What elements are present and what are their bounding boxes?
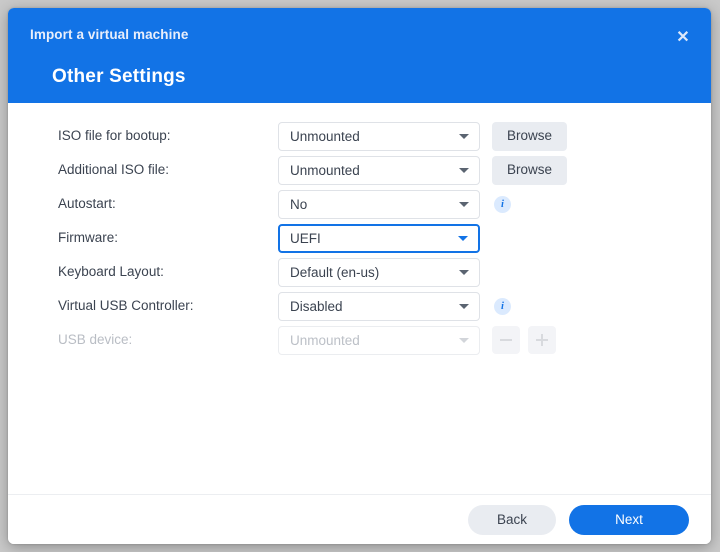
browse-button-iso-file-for-bootup[interactable]: Browse <box>492 121 568 151</box>
back-button[interactable]: Back <box>468 504 556 535</box>
close-icon[interactable]: ✕ <box>671 26 695 50</box>
dialog-header: Import a virtual machine Other Settings … <box>8 8 711 103</box>
plus-icon-vertical <box>541 334 543 346</box>
form-row-virtual-usb-controller: Virtual USB Controller: Disabled i <box>8 289 711 323</box>
select-value-iso-file-for-bootup: Unmounted <box>290 128 360 144</box>
select-value-virtual-usb-controller: Disabled <box>290 298 343 314</box>
label-keyboard-layout: Keyboard Layout: <box>58 264 164 280</box>
select-firmware[interactable]: UEFI <box>278 223 480 253</box>
select-value-additional-iso-file: Unmounted <box>290 162 360 178</box>
usb-device-stepper <box>492 326 556 354</box>
label-iso-file-for-bootup: ISO file for bootup: <box>58 128 171 144</box>
label-additional-iso-file: Additional ISO file: <box>58 162 170 178</box>
browse-button-additional-iso-file[interactable]: Browse <box>492 155 568 185</box>
chevron-down-icon <box>459 338 469 343</box>
select-value-autostart: No <box>290 196 308 212</box>
info-icon[interactable]: i <box>494 195 511 213</box>
page-title: Other Settings <box>52 66 186 87</box>
dialog-footer: Back Next <box>8 494 711 544</box>
chevron-down-icon <box>459 202 469 207</box>
select-autostart[interactable]: No <box>278 189 480 219</box>
form-row-firmware: Firmware: UEFI <box>8 221 711 255</box>
minus-icon <box>500 339 512 341</box>
form-row-usb-device: USB device: Unmounted <box>8 323 711 357</box>
select-additional-iso-file[interactable]: Unmounted <box>278 155 480 185</box>
select-value-firmware: UEFI <box>290 230 321 246</box>
chevron-down-icon <box>459 304 469 309</box>
label-autostart: Autostart: <box>58 196 116 212</box>
select-value-usb-device: Unmounted <box>290 332 360 348</box>
import-vm-dialog: Import a virtual machine Other Settings … <box>8 8 711 544</box>
remove-usb-device-button <box>492 326 520 354</box>
form-row-keyboard-layout: Keyboard Layout: Default (en-us) <box>8 255 711 289</box>
label-virtual-usb-controller: Virtual USB Controller: <box>58 298 194 314</box>
chevron-down-icon <box>459 270 469 275</box>
add-usb-device-button <box>528 326 556 354</box>
form-rows: ISO file for bootup: Unmounted Browse Addit… <box>8 119 711 357</box>
select-usb-device: Unmounted <box>278 325 480 355</box>
settings-form: ISO file for bootup: Unmounted Browse Addit… <box>8 103 711 494</box>
dialog-title: Import a virtual machine <box>30 27 189 42</box>
info-icon[interactable]: i <box>494 297 511 315</box>
form-row-iso-file-for-bootup: ISO file for bootup: Unmounted Browse <box>8 119 711 153</box>
chevron-down-icon <box>458 236 468 241</box>
chevron-down-icon <box>459 168 469 173</box>
select-keyboard-layout[interactable]: Default (en-us) <box>278 257 480 287</box>
label-usb-device: USB device: <box>58 332 133 348</box>
select-iso-file-for-bootup[interactable]: Unmounted <box>278 121 480 151</box>
chevron-down-icon <box>459 134 469 139</box>
form-row-additional-iso-file: Additional ISO file: Unmounted Browse <box>8 153 711 187</box>
label-firmware: Firmware: <box>58 230 118 246</box>
form-row-autostart: Autostart: No i <box>8 187 711 221</box>
select-value-keyboard-layout: Default (en-us) <box>290 264 380 280</box>
next-button[interactable]: Next <box>569 504 689 535</box>
select-virtual-usb-controller[interactable]: Disabled <box>278 291 480 321</box>
